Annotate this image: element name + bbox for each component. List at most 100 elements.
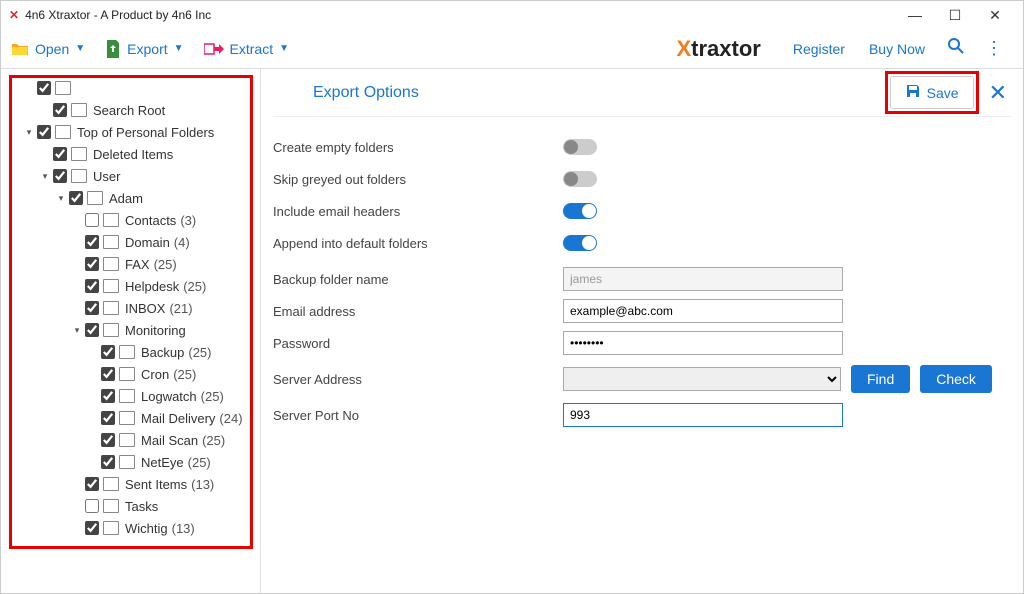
tree-node[interactable]: Mail Scan (25) xyxy=(5,429,256,451)
folder-checkbox[interactable] xyxy=(69,191,83,205)
folder-checkbox[interactable] xyxy=(85,235,99,249)
tree-node[interactable]: Logwatch (25) xyxy=(5,385,256,407)
expand-caret-icon[interactable]: ▾ xyxy=(55,193,67,204)
create-empty-label: Create empty folders xyxy=(273,140,563,155)
buy-now-link[interactable]: Buy Now xyxy=(869,41,925,57)
folder-checkbox[interactable] xyxy=(101,411,115,425)
item-count: (25) xyxy=(173,367,196,382)
folder-label: Domain xyxy=(125,235,170,250)
tree-node[interactable]: Helpdesk (25) xyxy=(5,275,256,297)
tree-node[interactable]: FAX (25) xyxy=(5,253,256,275)
close-panel-button[interactable]: ✕ xyxy=(989,80,1007,106)
folder-checkbox[interactable] xyxy=(101,455,115,469)
check-button[interactable]: Check xyxy=(920,365,992,393)
item-count: (13) xyxy=(172,521,195,536)
more-menu-icon[interactable]: ⋮ xyxy=(985,38,1003,59)
folder-checkbox[interactable] xyxy=(37,125,51,139)
item-count: (3) xyxy=(180,213,196,228)
tree-node[interactable]: Search Root xyxy=(5,99,256,121)
folder-label: Mail Scan xyxy=(141,433,198,448)
skip-greyed-toggle[interactable] xyxy=(563,171,597,187)
password-input[interactable] xyxy=(563,331,843,355)
tree-node[interactable]: Wichtig (13) xyxy=(5,517,256,539)
save-button[interactable]: Save xyxy=(890,76,974,109)
item-count: (25) xyxy=(154,257,177,272)
folder-checkbox[interactable] xyxy=(85,499,99,513)
item-count: (25) xyxy=(201,389,224,404)
tree-node[interactable]: ▾ Adam xyxy=(5,187,256,209)
panel-title: Export Options xyxy=(313,84,419,102)
folder-checkbox[interactable] xyxy=(101,367,115,381)
search-icon[interactable] xyxy=(947,37,965,60)
folder-checkbox[interactable] xyxy=(85,257,99,271)
folder-checkbox[interactable] xyxy=(53,169,67,183)
tree-node[interactable]: Cron (25) xyxy=(5,363,256,385)
folder-icon xyxy=(119,433,135,447)
expand-caret-icon[interactable]: ▾ xyxy=(23,127,35,138)
tree-node[interactable]: Deleted Items xyxy=(5,143,256,165)
extract-button[interactable]: Extract ▼ xyxy=(204,41,289,57)
app-logo-icon: ✕ xyxy=(9,8,19,22)
folder-checkbox[interactable] xyxy=(53,147,67,161)
folder-checkbox[interactable] xyxy=(37,81,51,95)
server-address-select[interactable] xyxy=(563,367,841,391)
append-default-toggle[interactable] xyxy=(563,235,597,251)
titlebar: ✕ 4n6 Xtraxtor - A Product by 4n6 Inc — … xyxy=(1,1,1023,29)
folder-icon xyxy=(103,279,119,293)
tree-node[interactable]: NetEye (25) xyxy=(5,451,256,473)
folder-icon xyxy=(119,367,135,381)
folder-checkbox[interactable] xyxy=(101,433,115,447)
create-empty-toggle[interactable] xyxy=(563,139,597,155)
save-icon xyxy=(905,83,921,102)
maximize-button[interactable]: ☐ xyxy=(935,7,975,24)
folder-checkbox[interactable] xyxy=(85,301,99,315)
folder-checkbox[interactable] xyxy=(85,213,99,227)
folder-icon xyxy=(103,521,119,535)
append-default-label: Append into default folders xyxy=(273,236,563,251)
find-button[interactable]: Find xyxy=(851,365,910,393)
open-button[interactable]: Open ▼ xyxy=(11,41,85,57)
folder-checkbox[interactable] xyxy=(53,103,67,117)
item-count: (25) xyxy=(202,433,225,448)
contact-icon xyxy=(103,213,119,227)
folder-label: Contacts xyxy=(125,213,176,228)
item-count: (25) xyxy=(188,455,211,470)
folder-checkbox[interactable] xyxy=(85,279,99,293)
register-link[interactable]: Register xyxy=(793,41,845,57)
tree-node[interactable]: Mail Delivery (24) xyxy=(5,407,256,429)
tree-node[interactable] xyxy=(5,77,256,99)
tree-node[interactable]: ▾User xyxy=(5,165,256,187)
tree-node[interactable]: Backup (25) xyxy=(5,341,256,363)
include-headers-toggle[interactable] xyxy=(563,203,597,219)
email-input[interactable] xyxy=(563,299,843,323)
tree-node[interactable]: Sent Items (13) xyxy=(5,473,256,495)
highlight-annotation: Save xyxy=(885,71,979,114)
item-count: (13) xyxy=(191,477,214,492)
server-port-label: Server Port No xyxy=(273,408,563,423)
backup-folder-input[interactable] xyxy=(563,267,843,291)
folder-icon xyxy=(55,125,71,139)
folder-checkbox[interactable] xyxy=(85,521,99,535)
server-port-input[interactable] xyxy=(563,403,843,427)
server-address-label: Server Address xyxy=(273,372,563,387)
tree-node[interactable]: ▾Top of Personal Folders xyxy=(5,121,256,143)
folder-checkbox[interactable] xyxy=(101,389,115,403)
backup-folder-label: Backup folder name xyxy=(273,272,563,287)
main-toolbar: Open ▼ Export ▼ Extract ▼ Xtraxtor Regis… xyxy=(1,29,1023,69)
folder-icon xyxy=(119,411,135,425)
folder-checkbox[interactable] xyxy=(101,345,115,359)
brand-logo: Xtraxtor xyxy=(676,36,760,62)
tree-node[interactable]: Tasks xyxy=(5,495,256,517)
minimize-button[interactable]: — xyxy=(895,7,935,23)
folder-label: Adam xyxy=(109,191,143,206)
tree-node[interactable]: ▾Monitoring xyxy=(5,319,256,341)
expand-caret-icon[interactable]: ▾ xyxy=(39,171,51,182)
folder-checkbox[interactable] xyxy=(85,477,99,491)
folder-checkbox[interactable] xyxy=(85,323,99,337)
close-window-button[interactable]: ✕ xyxy=(975,7,1015,24)
tree-node[interactable]: INBOX (21) xyxy=(5,297,256,319)
expand-caret-icon[interactable]: ▾ xyxy=(71,325,83,336)
tree-node[interactable]: Contacts (3) xyxy=(5,209,256,231)
tree-node[interactable]: Domain (4) xyxy=(5,231,256,253)
export-button[interactable]: Export ▼ xyxy=(105,40,183,58)
